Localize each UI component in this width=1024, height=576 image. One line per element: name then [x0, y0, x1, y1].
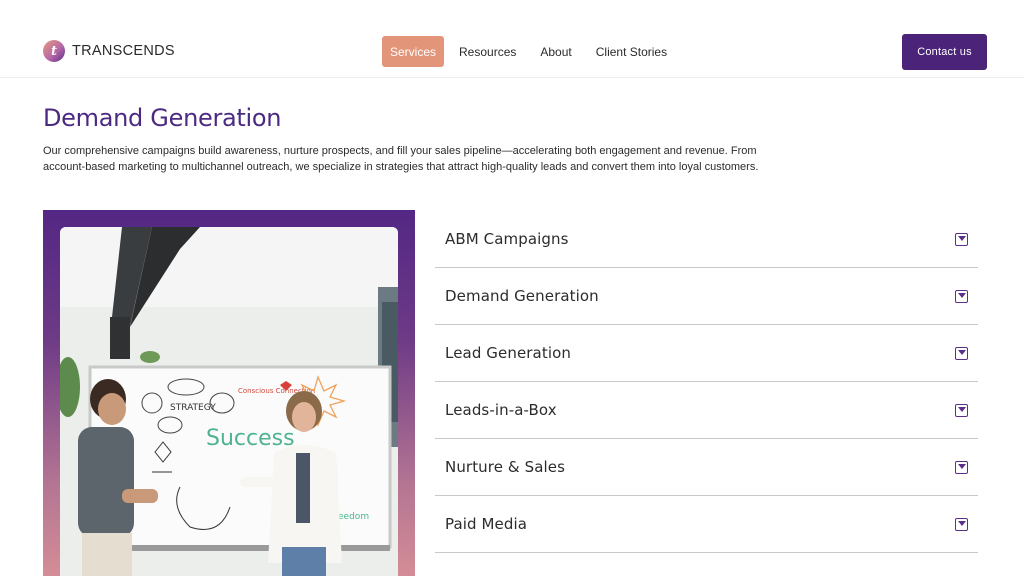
main-nav: Services Resources About Client Stories	[382, 36, 679, 67]
nav-item-resources[interactable]: Resources	[447, 36, 528, 67]
accordion-item-label: Paid Media	[445, 515, 528, 533]
image-frame: STRATEGY Success Conscious Connection Fr…	[43, 210, 415, 576]
contact-us-button[interactable]: Contact us	[902, 34, 987, 70]
accordion-item-leads-in-a-box[interactable]: Leads-in-a-Box	[435, 382, 978, 439]
photo-illustration: STRATEGY Success Conscious Connection Fr…	[60, 227, 398, 576]
intro-paragraph: Our comprehensive campaigns build awaren…	[43, 145, 759, 173]
whiteboard-word-strategy: STRATEGY	[170, 403, 216, 413]
nav-item-client-stories[interactable]: Client Stories	[584, 36, 679, 67]
accordion-item-demand-generation[interactable]: Demand Generation	[435, 268, 978, 325]
team-presentation-photo: STRATEGY Success Conscious Connection Fr…	[60, 227, 398, 576]
accordion-item-lead-generation[interactable]: Lead Generation	[435, 325, 978, 382]
chevron-down-icon[interactable]	[955, 403, 968, 417]
nav-item-services[interactable]: Services	[382, 36, 445, 67]
site-header: t TRANSCENDS Services Resources About Cl…	[0, 0, 1024, 78]
chevron-down-icon[interactable]	[955, 460, 968, 474]
brand-logo[interactable]: t TRANSCENDS	[43, 40, 175, 62]
accordion-item-abm-campaigns[interactable]: ABM Campaigns	[435, 211, 978, 268]
chevron-down-icon[interactable]	[955, 232, 968, 246]
accordion-item-label: Leads-in-a-Box	[445, 401, 557, 419]
accordion-item-label: Nurture & Sales	[445, 458, 566, 476]
accordion-item-label: ABM Campaigns	[445, 230, 569, 248]
brand-name: TRANSCENDS	[72, 43, 175, 59]
chevron-down-icon[interactable]	[955, 289, 968, 303]
services-accordion: ABM Campaigns Demand Generation Lead Gen…	[435, 211, 978, 553]
accordion-item-label: Lead Generation	[445, 344, 571, 362]
chevron-down-icon[interactable]	[955, 346, 968, 360]
whiteboard-word-success: Success	[206, 426, 295, 451]
nav-item-about[interactable]: About	[528, 36, 583, 67]
accordion-item-nurture-sales[interactable]: Nurture & Sales	[435, 439, 978, 496]
accordion-item-paid-media[interactable]: Paid Media	[435, 496, 978, 553]
accordion-item-label: Demand Generation	[445, 287, 599, 305]
page-title: Demand Generation	[43, 104, 282, 132]
logo-mark-icon: t	[43, 40, 65, 62]
chevron-down-icon[interactable]	[955, 517, 968, 531]
